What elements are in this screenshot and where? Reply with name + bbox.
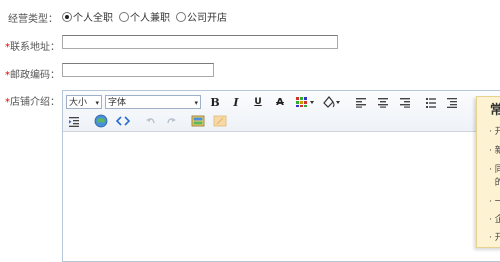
- font-size-select-label: 大小: [69, 98, 88, 108]
- tip-panel-item: · 开: [489, 233, 500, 243]
- postcode-label: *邮政编码：: [5, 66, 60, 81]
- radio-option-fulltime[interactable]: 个人全职: [62, 9, 113, 24]
- radio-option-company[interactable]: 公司开店: [176, 9, 227, 24]
- radio-label-fulltime: 个人全职: [73, 13, 113, 24]
- indent-icon: [69, 116, 79, 127]
- indent-button[interactable]: [66, 113, 82, 129]
- chevron-down-icon: ▾: [194, 99, 198, 107]
- clear-format-button[interactable]: [212, 113, 228, 129]
- source-code-button[interactable]: [115, 113, 131, 129]
- postcode-label-text: 邮政编码：: [10, 70, 60, 81]
- tip-panel-item: · 同: [489, 165, 500, 175]
- radio-label-parttime: 个人兼职: [130, 13, 170, 24]
- radio-label-company: 公司开店: [187, 13, 227, 24]
- radio-option-parttime[interactable]: 个人兼职: [119, 9, 170, 24]
- table-button[interactable]: [294, 94, 316, 110]
- business-type-label: 经营类型：: [8, 14, 58, 25]
- address-label: *联系地址：: [5, 38, 60, 53]
- text-color-icon: [323, 96, 340, 108]
- undo-icon: [146, 118, 155, 124]
- tip-panel: 常 · 开 · 新 · 同 的 · 一 · 企 · 开: [476, 96, 500, 248]
- tip-panel-item: · 新: [489, 146, 500, 156]
- align-center-button[interactable]: [375, 94, 391, 110]
- font-family-select-label: 字体: [108, 98, 127, 108]
- postcode-input[interactable]: [62, 63, 214, 77]
- image-icon: [191, 115, 205, 127]
- align-right-button[interactable]: [397, 94, 413, 110]
- italic-icon: I: [233, 95, 239, 109]
- underline-icon: U: [254, 97, 262, 107]
- radio-button-fulltime[interactable]: [62, 11, 72, 22]
- address-input[interactable]: [62, 35, 338, 49]
- tip-panel-item: 的: [494, 178, 500, 188]
- ordered-list-button[interactable]: [444, 94, 460, 110]
- store-intro-label: *店铺介绍：: [5, 93, 60, 108]
- tip-panel-item: · 一: [489, 197, 500, 207]
- font-size-select[interactable]: 大小 ▾: [66, 95, 102, 109]
- store-intro-label-text: 店铺介绍：: [10, 97, 60, 108]
- bold-icon: B: [210, 95, 220, 109]
- unordered-list-button[interactable]: [423, 94, 439, 110]
- undo-button[interactable]: [143, 113, 159, 129]
- source-code-icon: [116, 116, 130, 126]
- bold-button[interactable]: B: [207, 94, 223, 110]
- align-left-icon: [356, 97, 366, 108]
- emoticon-button[interactable]: [93, 113, 109, 129]
- strikethrough-icon: A: [276, 96, 284, 108]
- radio-button-company[interactable]: [176, 11, 186, 22]
- radio-button-parttime[interactable]: [119, 11, 129, 22]
- redo-button[interactable]: [163, 113, 179, 129]
- tip-panel-item: · 企: [489, 215, 500, 225]
- tip-panel-title: 常: [490, 103, 500, 118]
- underline-button[interactable]: U: [250, 94, 266, 110]
- unordered-list-icon: [426, 97, 436, 108]
- emoticon-icon: [94, 114, 108, 128]
- rich-text-editor: 大小 ▾ 字体 ▾ B I U A: [62, 90, 500, 262]
- ordered-list-icon: [447, 97, 457, 108]
- table-icon: [296, 97, 314, 107]
- clear-format-icon: [213, 115, 227, 127]
- editor-toolbar: 大小 ▾ 字体 ▾ B I U A: [63, 91, 500, 132]
- align-center-icon: [378, 97, 388, 108]
- font-family-select[interactable]: 字体 ▾: [105, 95, 201, 109]
- text-color-button[interactable]: [320, 94, 342, 110]
- redo-icon: [167, 118, 176, 124]
- strikethrough-button[interactable]: A: [272, 94, 288, 110]
- tip-panel-item: · 开: [489, 127, 500, 137]
- address-label-text: 联系地址：: [10, 42, 60, 53]
- chevron-down-icon: ▾: [95, 99, 99, 107]
- editor-content-area[interactable]: [63, 132, 500, 261]
- align-left-button[interactable]: [353, 94, 369, 110]
- image-button[interactable]: [190, 113, 206, 129]
- business-type-radio-group: 个人全职 个人兼职 公司开店: [62, 9, 231, 24]
- align-right-icon: [400, 97, 410, 108]
- italic-button[interactable]: I: [228, 94, 244, 110]
